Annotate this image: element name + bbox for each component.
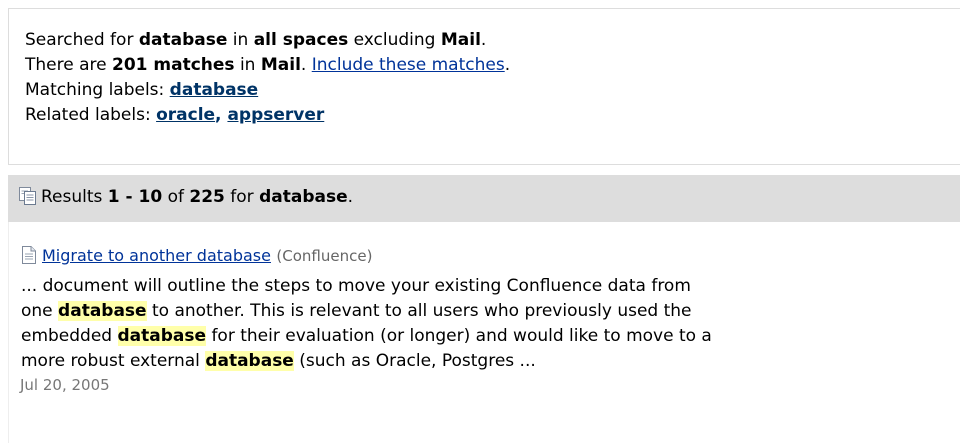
excerpt-line: embedded database for their evaluation (… [21, 324, 960, 349]
summary-text: in [234, 55, 261, 75]
results-query: database [259, 187, 348, 207]
results-range: 1 - 10 [107, 187, 163, 207]
excerpt-text: to another. This is relevant to all user… [146, 301, 692, 321]
page-icon [20, 245, 38, 273]
results-total: 225 [189, 187, 225, 207]
include-matches-link[interactable]: Include these matches [312, 55, 505, 75]
matching-labels-caption: Matching labels: [25, 80, 170, 100]
excluded-matches-line: There are 201 matches in Mail. Include t… [25, 53, 960, 78]
excerpt-text: one [21, 301, 59, 321]
highlighted-term: database [58, 301, 147, 321]
results-text: for [224, 187, 260, 207]
excerpt-line: ... document will outline the steps to m… [21, 276, 691, 296]
result-date: Jul 20, 2005 [20, 376, 110, 394]
excluded-space: Mail [260, 55, 301, 75]
results-header: Results 1 - 10 of 225 for database. [8, 175, 960, 222]
results-text: of [162, 187, 190, 207]
related-labels-caption: Related labels: [25, 105, 157, 125]
summary-text: . [504, 55, 511, 75]
summary-text: . [300, 55, 312, 75]
label-link-database[interactable]: database [170, 80, 259, 100]
highlighted-term: database [117, 326, 207, 346]
summary-text: excluding [348, 30, 441, 50]
result-space-name: (Confluence) [276, 247, 373, 265]
label-link-appserver[interactable]: appserver [227, 105, 324, 125]
summary-text: Searched for [25, 30, 139, 50]
excerpt-text: more robust external [21, 351, 206, 371]
excluded-space: Mail [440, 30, 481, 50]
summary-text: There are [25, 55, 112, 75]
search-result: Migrate to another database (Confluence)… [8, 222, 960, 443]
search-scope: all spaces [253, 30, 349, 50]
matching-labels-line: Matching labels: database [25, 78, 960, 103]
label-separator: , [215, 105, 228, 125]
result-title-row: Migrate to another database (Confluence) [20, 243, 960, 273]
result-excerpt: ... document will outline the steps to m… [21, 274, 960, 374]
summary-text: in [227, 30, 254, 50]
excerpt-line: more robust external database (such as O… [21, 349, 960, 374]
documents-icon [18, 186, 38, 211]
results-text: Results [41, 187, 108, 207]
highlighted-term: database [205, 351, 294, 371]
result-title-link[interactable]: Migrate to another database [42, 246, 271, 265]
excerpt-text: (such as Oracle, Postgres ... [293, 351, 536, 371]
excerpt-text: for their evaluation (or longer) and wou… [206, 326, 712, 346]
related-labels-line: Related labels: oracle, appserver [25, 103, 960, 128]
search-summary-panel: Searched for database in all spaces excl… [8, 8, 960, 165]
label-link-oracle[interactable]: oracle [156, 105, 215, 125]
excluded-match-count: 201 matches [112, 55, 235, 75]
search-query: database [138, 30, 228, 50]
search-summary-line: Searched for database in all spaces excl… [25, 28, 960, 53]
excerpt-line: one database to another. This is relevan… [21, 299, 960, 324]
summary-text: . [480, 30, 487, 50]
results-text: . [347, 187, 354, 207]
excerpt-text: embedded [21, 326, 118, 346]
